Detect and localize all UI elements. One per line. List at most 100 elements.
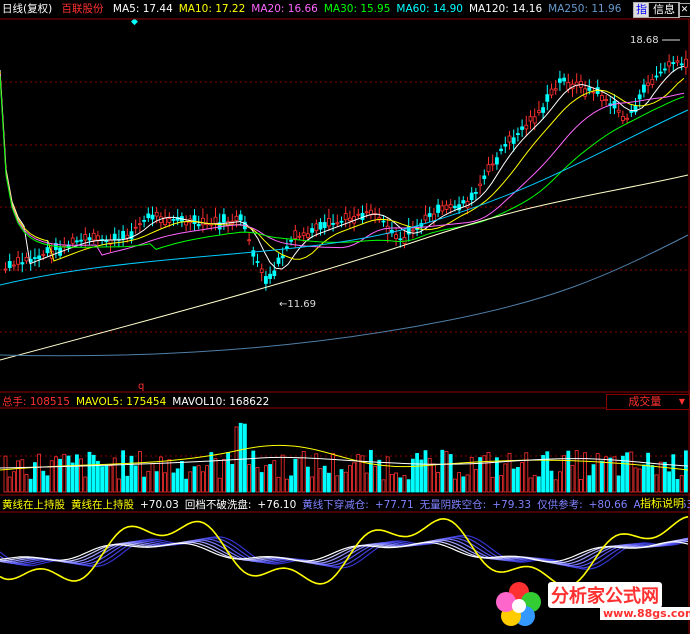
volume-bar (364, 472, 369, 493)
volume-bar (58, 458, 62, 493)
volume-marker: q (138, 381, 145, 392)
candle-body (482, 175, 487, 180)
candle-body (427, 213, 432, 217)
indicator-help-button[interactable]: 指标说明 (640, 497, 684, 511)
volume-indicator-dropdown[interactable]: 成交量 ▼ (606, 394, 690, 410)
candle-body (553, 88, 558, 91)
indicator-value-8: +79.33 (492, 499, 532, 511)
indicator-value-5: 黄线下穿减仓: (302, 499, 369, 511)
volume-bar (297, 457, 302, 493)
volume-bar (642, 464, 646, 493)
volume-bar (352, 462, 357, 493)
candle-body (11, 264, 16, 267)
volume-bar (629, 451, 634, 493)
chevron-down-icon: ▼ (678, 397, 685, 406)
volume-bar (75, 454, 79, 493)
volume-bar (284, 478, 289, 493)
volume-bar (37, 453, 41, 493)
volume-bar (461, 476, 466, 493)
volume-bar (637, 468, 642, 493)
candle-body (314, 223, 319, 232)
candle-body (528, 116, 533, 122)
volume-value-0: 总手: 108515 (2, 396, 70, 408)
volume-value-1: MAVOL5: 175454 (75, 396, 167, 408)
candle-body (621, 116, 625, 121)
volume-bar (289, 475, 294, 493)
candle-body (91, 232, 96, 241)
volume-bar (503, 463, 508, 493)
volume-bar (499, 475, 504, 493)
volume-bar (457, 472, 462, 493)
candle-body (343, 213, 348, 221)
candle-body (79, 239, 83, 242)
volume-bar (537, 476, 541, 493)
flower-logo-icon (496, 582, 541, 626)
volume-bar (125, 475, 130, 493)
candle-body (75, 240, 79, 243)
candle-body (591, 91, 596, 94)
volume-bar (616, 475, 621, 493)
volume-bar (213, 458, 218, 493)
candle-body (520, 126, 524, 130)
volume-bar (671, 454, 676, 493)
candle-body (347, 217, 352, 222)
volume-bar (112, 457, 117, 493)
volume-bar (532, 474, 537, 493)
volume-bar (646, 452, 650, 493)
candle-body (331, 223, 336, 225)
candle-body (537, 110, 541, 114)
volume-bar (490, 476, 495, 493)
candle-body (494, 157, 499, 165)
volume-bar (528, 477, 533, 493)
volume-bar (310, 476, 315, 493)
volume-bar (516, 467, 520, 493)
volume-bar (486, 452, 491, 493)
volume-bar (381, 479, 386, 493)
volume-bar (280, 454, 285, 493)
volume-bar (20, 459, 25, 493)
volume-bar (66, 455, 71, 493)
volume-bar (175, 468, 180, 493)
volume-bar (62, 453, 67, 493)
dropdown-label: 成交量 (628, 395, 662, 408)
volume-bar (541, 454, 545, 493)
candle-body (532, 116, 537, 124)
volume-bar (600, 460, 604, 493)
candle-body (238, 214, 243, 221)
volume-bar (259, 472, 264, 493)
ma20-line (0, 73, 685, 256)
candle-body (583, 88, 587, 97)
volume-bar (465, 474, 470, 493)
candle-body (322, 222, 327, 228)
volume-bar (389, 473, 394, 493)
volume-bar (226, 452, 231, 493)
volume-bar (444, 451, 449, 493)
volume-bar (217, 477, 222, 493)
volume-bar (184, 478, 189, 493)
volume-bar (562, 455, 566, 493)
volume-bar (558, 471, 562, 493)
candle-body (364, 211, 369, 214)
volume-bar (196, 465, 201, 493)
volume-bar (431, 463, 436, 493)
volume-bar (91, 454, 96, 493)
volume-bar (221, 459, 226, 493)
volume-bar (448, 454, 453, 493)
candle-body (167, 218, 172, 223)
candle-body (444, 204, 449, 210)
candle-body (587, 87, 592, 91)
indicator-value-4: +76.10 (257, 499, 297, 511)
kline-chart[interactable]: 18.68 ←11.69 (0, 0, 690, 634)
indicator-value-2: +70.03 (140, 499, 179, 511)
candle-body (37, 255, 41, 260)
volume-bar (675, 479, 680, 493)
candle-body (20, 262, 25, 265)
candle-body (461, 200, 466, 204)
volume-bar (343, 471, 348, 493)
candle-body (33, 257, 37, 259)
volume-bar (268, 464, 273, 493)
indicator-value-1: 黄线在上持股 (71, 499, 134, 511)
volume-bar (398, 477, 403, 493)
candle-body (196, 224, 201, 227)
volume-bar (322, 465, 327, 493)
